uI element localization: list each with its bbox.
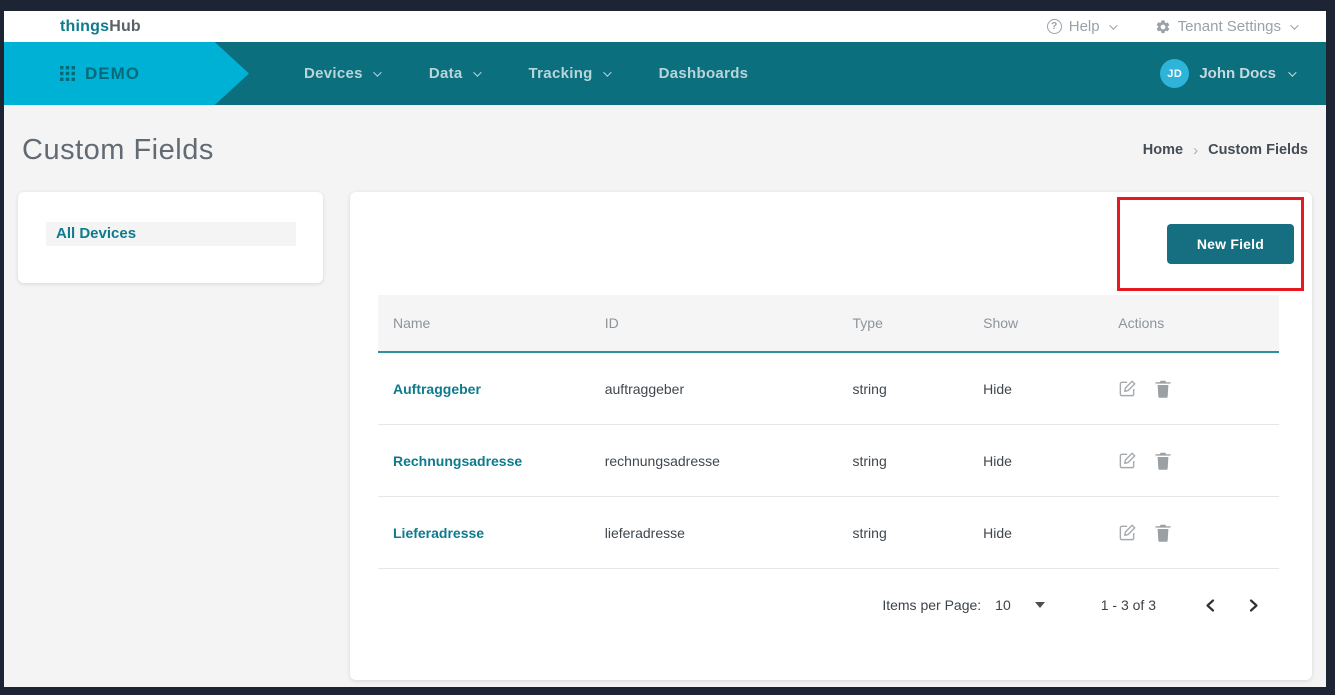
delete-icon[interactable]	[1155, 524, 1171, 542]
delete-icon[interactable]	[1155, 380, 1171, 398]
edit-icon[interactable]	[1118, 523, 1137, 542]
logo-hub: Hub	[109, 18, 141, 35]
chevron-down-icon	[1109, 21, 1117, 29]
app-screen: thingsHub ? Help Tenant Settings	[4, 11, 1326, 687]
main-nav: DEMO Devices Data Tracking Dashboards JD…	[4, 42, 1326, 105]
nav-items: Devices Data Tracking Dashboards	[304, 65, 748, 82]
nav-item-label: Dashboards	[659, 65, 749, 82]
user-menu[interactable]: JD John Docs	[1160, 59, 1294, 88]
content-area: All Devices New Field Name	[18, 192, 1312, 680]
nav-item-dashboards[interactable]: Dashboards	[659, 65, 749, 82]
edit-icon[interactable]	[1118, 451, 1137, 470]
chevron-down-icon	[1290, 21, 1298, 29]
page-title: Custom Fields	[22, 134, 214, 167]
nav-item-data[interactable]: Data	[429, 65, 479, 82]
breadcrumb: Home › Custom Fields	[1143, 142, 1308, 159]
column-header-actions: Actions	[1103, 295, 1279, 352]
field-show: Hide	[968, 497, 1103, 569]
tenant-switcher[interactable]: DEMO	[4, 42, 249, 105]
sidebar-item-all-devices[interactable]: All Devices	[46, 222, 296, 246]
window-frame: thingsHub ? Help Tenant Settings	[0, 0, 1335, 695]
table-header-row: Name ID Type Show Actions	[378, 295, 1279, 352]
paginator: Items per Page: 10 1 - 3 of 3	[350, 569, 1312, 613]
field-show: Hide	[968, 425, 1103, 497]
next-page-button[interactable]	[1247, 598, 1260, 613]
nav-item-label: Tracking	[529, 65, 593, 82]
items-per-page-label: Items per Page:	[882, 597, 981, 613]
tenant-settings-label: Tenant Settings	[1178, 18, 1281, 35]
nav-item-label: Devices	[304, 65, 363, 82]
delete-icon[interactable]	[1155, 452, 1171, 470]
page-header: Custom Fields Home › Custom Fields	[22, 129, 1308, 171]
new-field-button[interactable]: New Field	[1167, 224, 1294, 264]
avatar: JD	[1160, 59, 1189, 88]
items-per-page-caret-icon[interactable]	[1035, 602, 1045, 608]
column-header-name: Name	[378, 295, 590, 352]
app-logo[interactable]: thingsHub	[60, 18, 141, 36]
field-name-link[interactable]: Lieferadresse	[393, 525, 484, 541]
user-name: John Docs	[1199, 65, 1276, 82]
logo-things: things	[60, 18, 109, 35]
help-menu[interactable]: ? Help	[1047, 18, 1115, 35]
nav-item-tracking[interactable]: Tracking	[529, 65, 609, 82]
field-type: string	[838, 497, 969, 569]
field-type: string	[838, 425, 969, 497]
field-type: string	[838, 352, 969, 425]
column-header-type: Type	[838, 295, 969, 352]
table-row: Auftraggeber auftraggeber string Hide	[378, 352, 1279, 425]
chevron-down-icon	[473, 68, 481, 76]
help-icon: ?	[1047, 19, 1062, 34]
nav-item-label: Data	[429, 65, 463, 82]
chevron-down-icon	[373, 68, 381, 76]
page-range-label: 1 - 3 of 3	[1101, 597, 1156, 613]
page-body: Custom Fields Home › Custom Fields All D…	[4, 105, 1326, 687]
column-header-id: ID	[590, 295, 838, 352]
sidebar: All Devices	[18, 192, 323, 283]
breadcrumb-current: Custom Fields	[1208, 142, 1308, 158]
custom-fields-panel: New Field Name ID Type Show	[350, 192, 1312, 680]
topbar-right: ? Help Tenant Settings	[1047, 18, 1296, 35]
field-id: rechnungsadresse	[590, 425, 838, 497]
field-id: auftraggeber	[590, 352, 838, 425]
grid-icon	[60, 66, 75, 81]
breadcrumb-separator-icon: ›	[1193, 142, 1198, 159]
edit-icon[interactable]	[1118, 379, 1137, 398]
chevron-down-icon	[603, 68, 611, 76]
gear-icon	[1155, 19, 1171, 35]
panel-toolbar: New Field	[350, 192, 1312, 295]
topbar: thingsHub ? Help Tenant Settings	[4, 11, 1326, 42]
help-label: Help	[1069, 18, 1100, 35]
table-row: Lieferadresse lieferadresse string Hide	[378, 497, 1279, 569]
table-row: Rechnungsadresse rechnungsadresse string…	[378, 425, 1279, 497]
field-name-link[interactable]: Auftraggeber	[393, 381, 481, 397]
previous-page-button[interactable]	[1204, 598, 1217, 613]
tenant-settings-menu[interactable]: Tenant Settings	[1155, 18, 1296, 35]
tenant-badge: DEMO	[85, 64, 140, 84]
custom-fields-table: Name ID Type Show Actions Auftraggeber	[378, 295, 1279, 569]
items-per-page-value[interactable]: 10	[995, 597, 1011, 613]
column-header-show: Show	[968, 295, 1103, 352]
breadcrumb-home[interactable]: Home	[1143, 142, 1183, 158]
field-name-link[interactable]: Rechnungsadresse	[393, 453, 522, 469]
nav-item-devices[interactable]: Devices	[304, 65, 379, 82]
chevron-down-icon	[1288, 68, 1296, 76]
field-id: lieferadresse	[590, 497, 838, 569]
field-show: Hide	[968, 352, 1103, 425]
